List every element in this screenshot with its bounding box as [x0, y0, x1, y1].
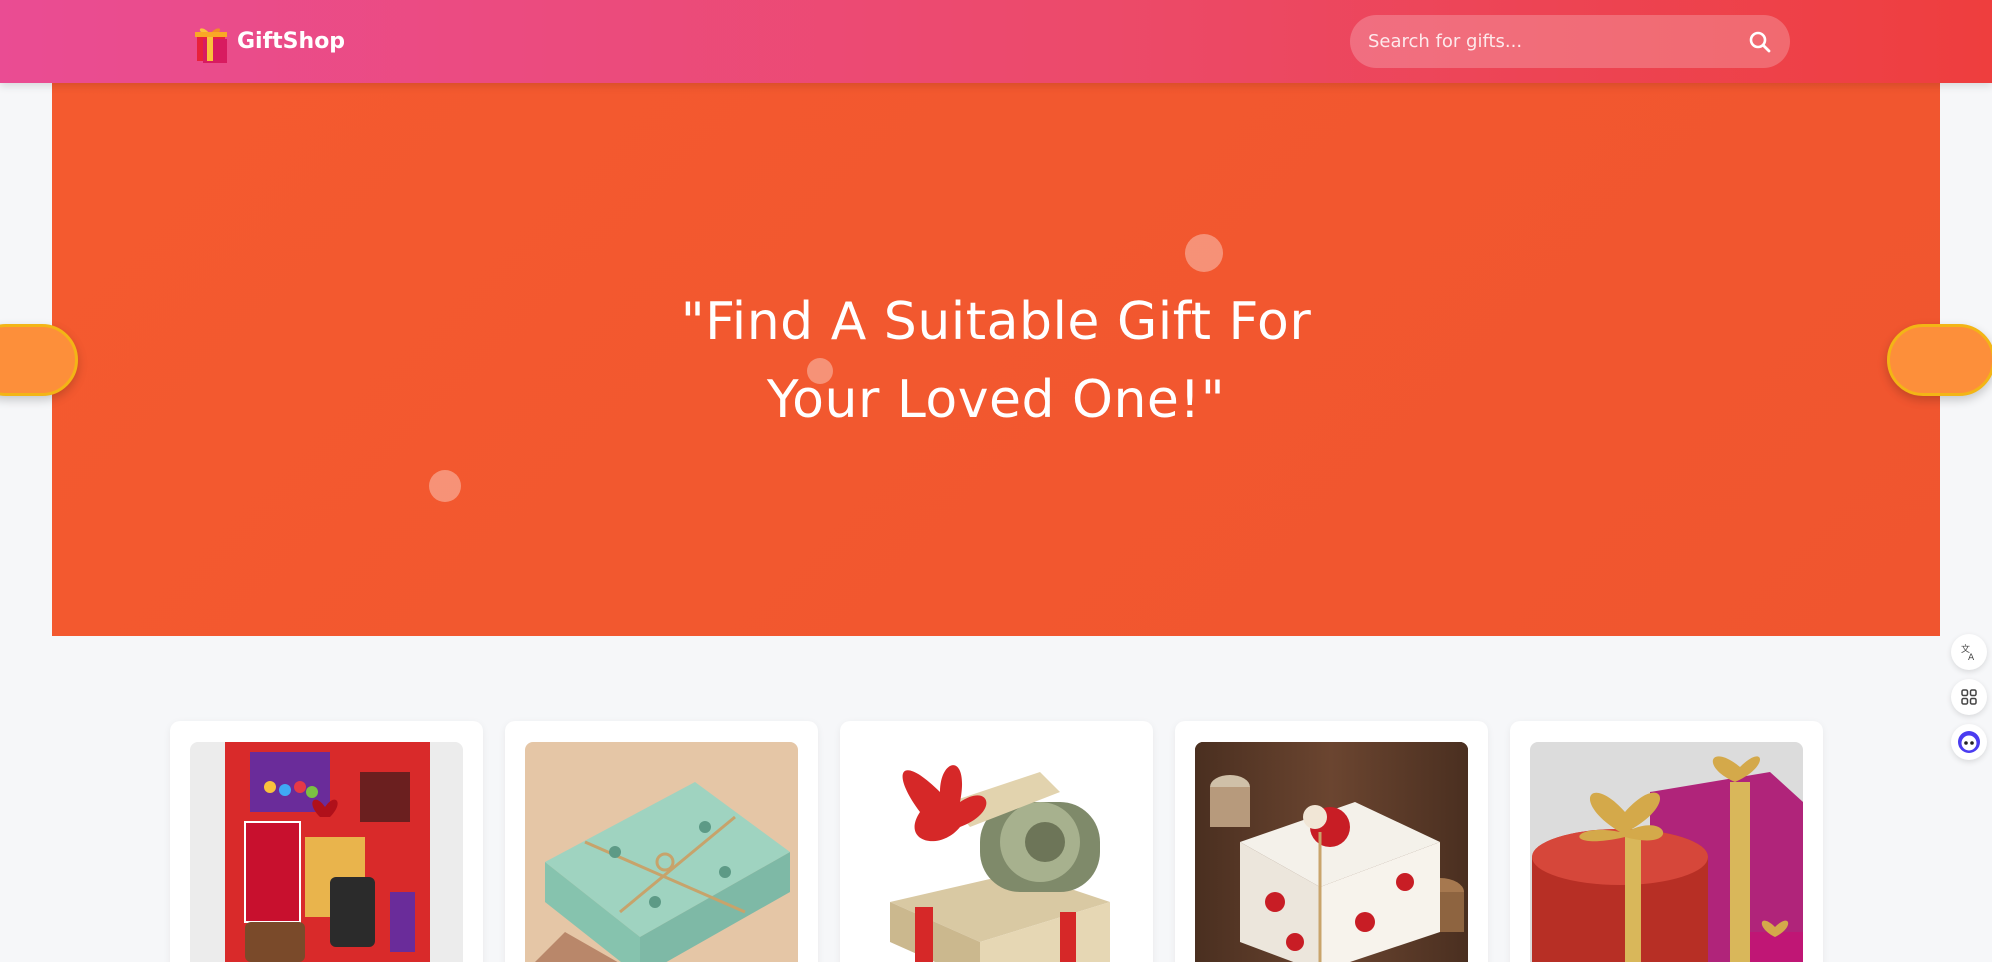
product-card[interactable] [840, 721, 1153, 962]
gift-logo-icon [195, 28, 227, 63]
hero-title: "Find A Suitable Gift For Your Loved One… [680, 292, 1312, 430]
money-gift-box-image[interactable] [860, 742, 1133, 962]
grid-icon [1961, 689, 1977, 705]
decor-bubble [429, 470, 461, 502]
brand-name: GiftShop [237, 28, 346, 54]
translate-button[interactable]: 文 A [1951, 634, 1987, 670]
assistant-button[interactable] [1951, 724, 1987, 760]
apps-button[interactable] [1951, 679, 1987, 715]
brand-logo[interactable]: GiftShop [193, 19, 345, 63]
floral-gift-box-image[interactable] [1195, 742, 1468, 962]
hero-banner: "Find A Suitable Gift For Your Loved One… [52, 83, 1940, 636]
product-card[interactable] [170, 721, 483, 962]
svg-text:A: A [1968, 653, 1975, 661]
search-input[interactable] [1368, 31, 1748, 52]
product-card[interactable] [505, 721, 818, 962]
product-card[interactable] [1510, 721, 1823, 962]
carousel-next-button[interactable] [1887, 324, 1992, 396]
gift-basket-image[interactable] [190, 742, 463, 962]
wrapped-box-image[interactable] [525, 742, 798, 962]
search-bar [1350, 15, 1790, 68]
assistant-face-icon [1958, 731, 1980, 753]
top-navbar: GiftShop [0, 0, 1992, 83]
red-gold-gifts-image[interactable] [1530, 742, 1803, 962]
carousel-prev-button[interactable] [0, 324, 78, 396]
translate-icon: 文 A [1961, 643, 1975, 661]
product-card[interactable] [1175, 721, 1488, 962]
search-icon[interactable] [1748, 30, 1772, 54]
decor-bubble [1185, 234, 1223, 272]
